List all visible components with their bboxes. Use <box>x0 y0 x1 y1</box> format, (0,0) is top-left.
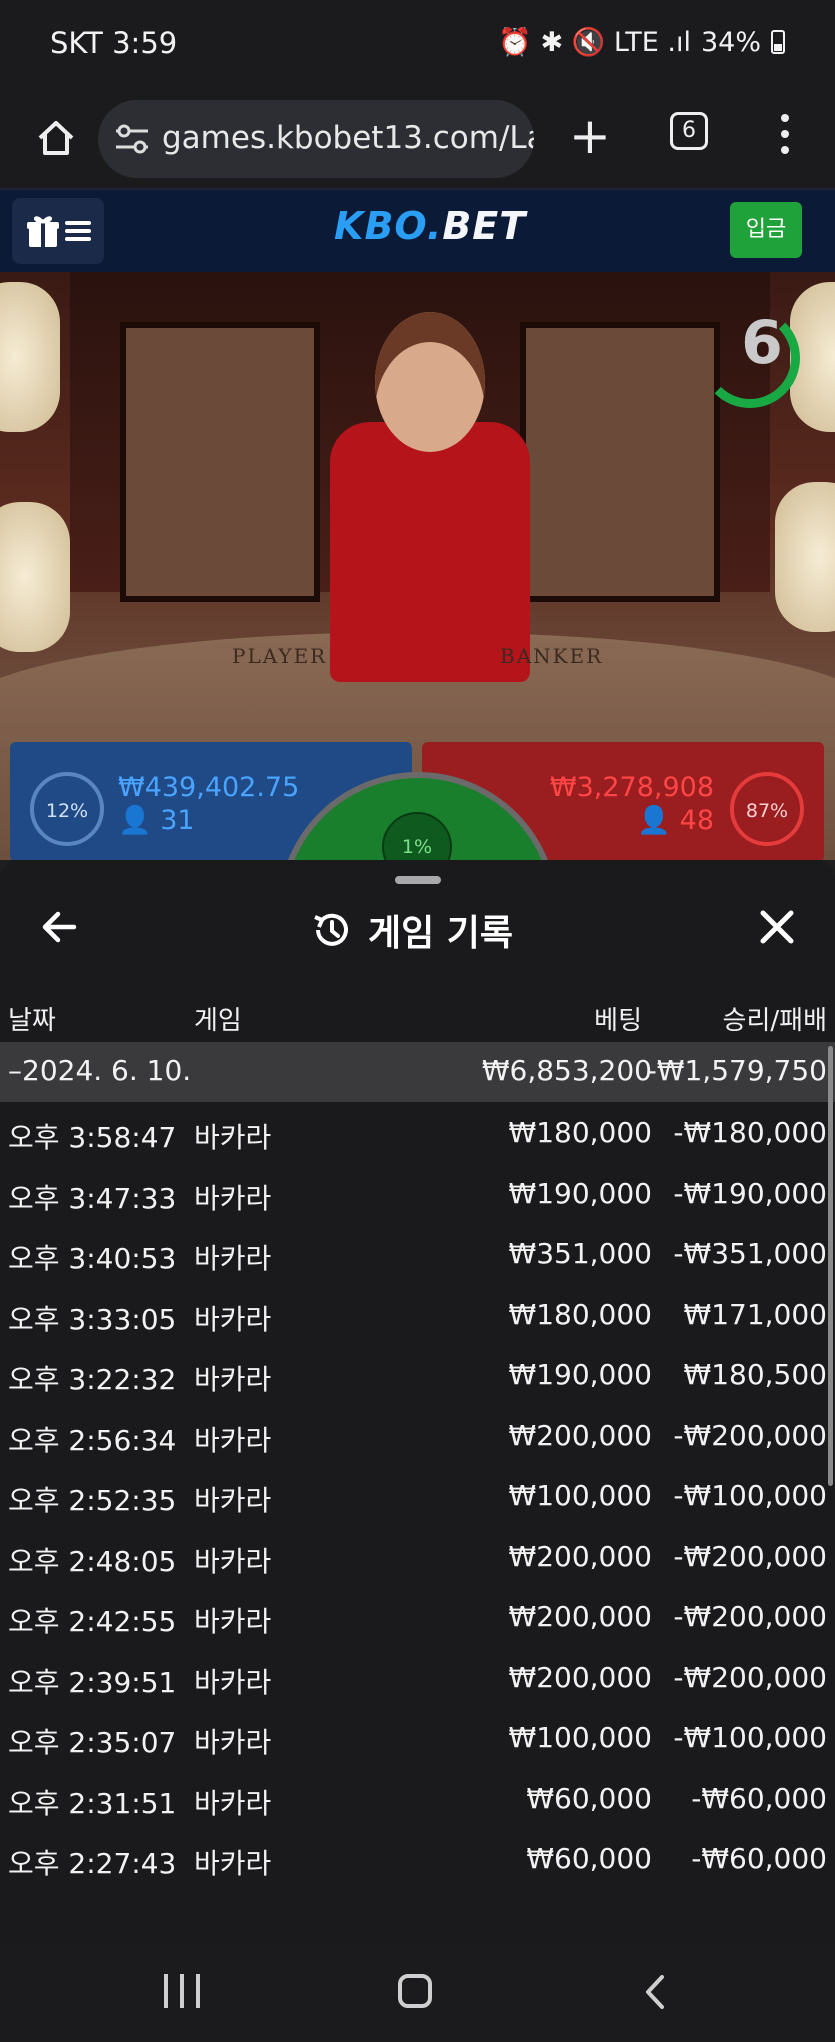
history-row[interactable]: 오후 2:56:34 바카라 ₩200,000 -₩200,000 <box>0 1405 835 1466</box>
history-row[interactable]: 오후 2:39:51 바카라 ₩200,000 -₩200,000 <box>0 1647 835 1708</box>
banker-count: 48 <box>679 805 714 836</box>
site-logo[interactable]: KBO.BET <box>334 204 526 248</box>
url-bar[interactable]: games.kbobet13.com/La <box>98 100 534 178</box>
tab-count: 6 <box>682 118 696 143</box>
battery-percent: 34% <box>700 26 761 58</box>
close-icon <box>760 910 794 944</box>
system-home-button[interactable] <box>398 1974 432 2008</box>
history-row[interactable]: 오후 2:42:55 바카라 ₩200,000 -₩200,000 <box>0 1586 835 1647</box>
table-player-text: PLAYER <box>232 644 328 668</box>
history-row[interactable]: 오후 3:47:33 바카라 ₩190,000 -₩190,000 <box>0 1163 835 1224</box>
system-back-button[interactable] <box>636 1972 676 2012</box>
history-row[interactable]: 오후 2:48:05 바카라 ₩200,000 -₩200,000 <box>0 1526 835 1587</box>
dealer <box>330 422 530 682</box>
sheet-drag-handle[interactable] <box>395 876 441 884</box>
history-row[interactable]: 오후 3:40:53 바카라 ₩351,000 -₩351,000 <box>0 1223 835 1284</box>
date-group-date: –2024. 6. 10. <box>8 1054 192 1087</box>
countdown-timer: 6 <box>741 308 783 378</box>
more-vert-icon <box>781 114 789 122</box>
history-row[interactable]: 오후 3:22:32 바카라 ₩190,000 ₩180,500 <box>0 1344 835 1405</box>
status-time: SKT 3:59 <box>50 26 178 60</box>
user-icon: 👤 <box>118 805 152 836</box>
plus-icon: + <box>569 107 611 165</box>
user-icon: 👤 <box>637 805 672 836</box>
col-result: 승리/패배 <box>722 1006 827 1036</box>
home-icon <box>38 121 74 155</box>
browser-toolbar: games.kbobet13.com/La + 6 <box>0 88 835 188</box>
tabs-button[interactable]: 6 <box>670 112 708 150</box>
live-dealer-video: PLAYER BANKER 6 12% ₩439,402.75 👤 31 ₩3,… <box>0 272 835 860</box>
date-group-result: -₩1,579,750 <box>646 1054 827 1087</box>
url-text: games.kbobet13.com/La <box>162 120 534 156</box>
game-history-sheet: 게임 기록 날짜 게임 베팅 승리/패배 –2024. 6. 10. ₩6,85… <box>0 860 835 1944</box>
table-banker-text: BANKER <box>500 644 604 668</box>
arrow-left-icon <box>42 911 77 943</box>
status-indicators: ⏰ ✱ 🔇 LTE .ıl <box>498 27 691 58</box>
home-button[interactable] <box>26 108 86 168</box>
player-amount: ₩439,402.75 <box>118 772 300 803</box>
new-tab-button[interactable]: + <box>560 108 620 168</box>
history-row[interactable]: 오후 2:35:07 바카라 ₩100,000 -₩100,000 <box>0 1707 835 1768</box>
recent-apps-button[interactable] <box>164 1974 200 2010</box>
history-row[interactable]: 오후 2:52:35 바카라 ₩100,000 -₩100,000 <box>0 1465 835 1526</box>
col-bet: 베팅 <box>594 1006 642 1036</box>
status-bar: SKT 3:59 ⏰ ✱ 🔇 LTE .ıl 34% <box>0 0 835 88</box>
sheet-title: 게임 기록 <box>310 904 513 956</box>
more-menu-button[interactable] <box>770 110 800 170</box>
deposit-button[interactable]: 입금 <box>730 202 802 258</box>
history-row[interactable]: 오후 2:27:43 바카라 ₩60,000 -₩60,000 <box>0 1828 835 1889</box>
col-game: 게임 <box>194 1006 242 1036</box>
site-header: KBO.BET 입금 <box>0 188 835 272</box>
chevron-left-icon <box>646 1975 664 2009</box>
gift-menu-button[interactable] <box>12 198 104 264</box>
history-table-header: 날짜 게임 베팅 승리/패배 <box>0 992 835 1042</box>
hamburger-icon <box>65 221 91 241</box>
close-button[interactable] <box>752 902 802 952</box>
history-list: 오후 3:58:47 바카라 ₩180,000 -₩180,000 오후 3:47:3… <box>0 1102 835 1889</box>
banker-pct: 87% <box>730 772 804 846</box>
battery-icon <box>771 30 785 54</box>
history-icon <box>314 913 348 946</box>
back-button[interactable] <box>34 902 84 952</box>
site-settings-icon[interactable] <box>114 122 150 156</box>
date-group-bet: ₩6,853,200 <box>481 1054 652 1087</box>
history-row[interactable]: 오후 2:31:51 바카라 ₩60,000 -₩60,000 <box>0 1768 835 1829</box>
system-nav-bar <box>0 1944 835 2042</box>
history-row[interactable]: 오후 3:33:05 바카라 ₩180,000 ₩171,000 <box>0 1284 835 1345</box>
banker-amount: ₩3,278,908 <box>549 772 714 803</box>
col-date: 날짜 <box>8 1006 56 1036</box>
player-count: 31 <box>160 805 195 836</box>
date-group-row[interactable]: –2024. 6. 10. ₩6,853,200 -₩1,579,750 <box>0 1042 835 1102</box>
player-pct: 12% <box>30 772 104 846</box>
history-scrollbar[interactable] <box>828 1046 833 1486</box>
status-icons: ⏰ ✱ 🔇 LTE .ıl 34% <box>498 26 785 58</box>
gift-icon <box>27 216 59 247</box>
history-row[interactable]: 오후 3:58:47 바카라 ₩180,000 -₩180,000 <box>0 1102 835 1163</box>
